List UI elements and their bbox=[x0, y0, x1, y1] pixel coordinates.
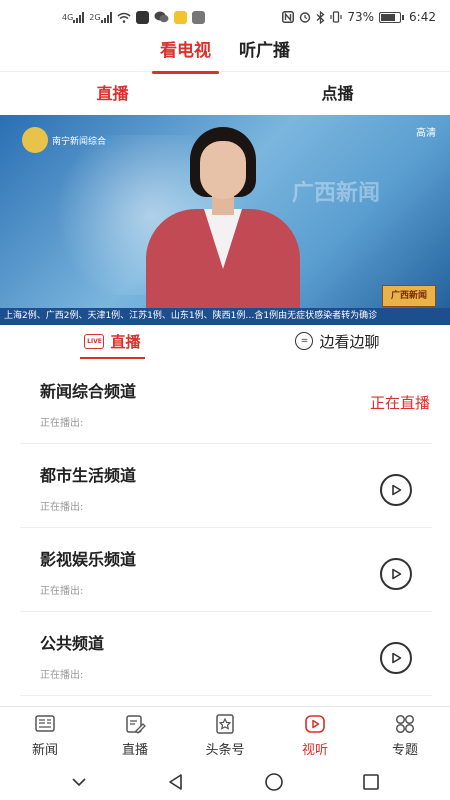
tab-live-mode-label: 直播 bbox=[110, 332, 141, 351]
recent-apps-icon[interactable] bbox=[360, 771, 382, 793]
play-icon[interactable] bbox=[380, 474, 412, 506]
live-icon: LIVE bbox=[84, 333, 105, 349]
channel-item-public[interactable]: 公共频道 正在播出: bbox=[20, 612, 432, 696]
mode-tabs: LIVE 直播 = 边看边聊 bbox=[0, 325, 450, 359]
channel-item-urban[interactable]: 都市生活频道 正在播出: bbox=[20, 444, 432, 528]
nfc-icon bbox=[282, 11, 295, 23]
channel-logo-text: 南宁新闻综合 bbox=[52, 136, 107, 147]
system-nav-bar bbox=[0, 764, 450, 800]
live-edit-icon bbox=[126, 715, 146, 734]
nav-topics[interactable]: 专题 bbox=[360, 707, 450, 764]
tab-watch-chat[interactable]: = 边看边聊 bbox=[225, 325, 450, 357]
channel-name: 都市生活频道 bbox=[40, 466, 137, 485]
wechat-icon bbox=[154, 11, 169, 23]
nav-live-label: 直播 bbox=[121, 743, 148, 758]
video-play-icon bbox=[305, 715, 325, 733]
grid-icon bbox=[395, 714, 415, 734]
channel-logo: 南宁新闻综合 bbox=[22, 127, 106, 153]
signal-1-icon: 4G bbox=[62, 11, 85, 23]
tab-watch-chat-label: 边看边聊 bbox=[319, 332, 380, 351]
back-icon[interactable] bbox=[165, 771, 187, 793]
tab-listen-radio[interactable]: 听广播 bbox=[239, 34, 290, 71]
play-icon[interactable] bbox=[380, 558, 412, 590]
chevron-down-icon[interactable] bbox=[68, 771, 90, 793]
channel-now-playing: 正在播出: bbox=[40, 418, 84, 429]
status-right: 73% 6:42 bbox=[282, 10, 436, 24]
tab-live[interactable]: 直播 bbox=[0, 73, 225, 115]
alarm-icon bbox=[299, 11, 311, 23]
network-1-label: 4G bbox=[62, 12, 74, 22]
app-notification-icon bbox=[135, 10, 149, 24]
wifi-icon bbox=[117, 12, 131, 23]
chat-icon: = bbox=[295, 332, 314, 350]
hd-badge: 高清 bbox=[416, 128, 436, 139]
nav-news[interactable]: 新闻 bbox=[0, 707, 90, 764]
nav-headline-label: 头条号 bbox=[205, 743, 245, 758]
channel-now-playing: 正在播出: bbox=[40, 670, 84, 681]
gray-app-icon bbox=[191, 10, 205, 24]
yellow-app-icon bbox=[173, 10, 187, 24]
channel-list: 新闻综合频道 正在播出: 正在直播 都市生活频道 正在播出: 影视娱乐频道 正在… bbox=[20, 360, 432, 696]
signal-2-icon: 2G bbox=[89, 11, 112, 23]
network-2-label: 2G bbox=[89, 12, 101, 22]
ticker-logo: 广西新闻 bbox=[382, 285, 436, 307]
channel-name: 影视娱乐频道 bbox=[40, 550, 137, 569]
bottom-nav: 新闻 直播 头条号 视听 专题 bbox=[0, 706, 450, 764]
nav-news-label: 新闻 bbox=[31, 743, 58, 758]
vibrate-icon bbox=[330, 11, 342, 23]
battery-percent: 73% bbox=[347, 10, 375, 24]
sub-tabs: 直播 点播 bbox=[0, 73, 450, 115]
channel-name: 新闻综合频道 bbox=[40, 382, 137, 401]
channel-now-playing: 正在播出: bbox=[40, 586, 84, 597]
nav-audio-video[interactable]: 视听 bbox=[270, 707, 360, 764]
channel-item-news[interactable]: 新闻综合频道 正在播出: 正在直播 bbox=[20, 360, 432, 444]
status-bar: 4G 2G 73% 6:42 bbox=[0, 0, 450, 34]
tab-on-demand[interactable]: 点播 bbox=[225, 73, 450, 115]
clock: 6:42 bbox=[409, 10, 436, 24]
tab-live-mode[interactable]: LIVE 直播 bbox=[0, 325, 225, 359]
tab-watch-tv[interactable]: 看电视 bbox=[152, 34, 219, 74]
channel-item-film[interactable]: 影视娱乐频道 正在播出: bbox=[20, 528, 432, 612]
bluetooth-icon bbox=[316, 10, 325, 24]
news-ticker: 上海2例、广西2例、天津1例、江苏1例、山东1例、陕西1例…含1例由无症状感染者… bbox=[0, 308, 450, 325]
news-anchor-image bbox=[138, 123, 308, 319]
channel-logo-mark-icon bbox=[22, 127, 48, 153]
status-left: 4G 2G bbox=[62, 10, 205, 24]
now-live-status: 正在直播 bbox=[369, 394, 430, 412]
nav-headline[interactable]: 头条号 bbox=[180, 707, 270, 764]
play-icon[interactable] bbox=[380, 642, 412, 674]
channel-name: 公共频道 bbox=[40, 634, 105, 653]
nav-live[interactable]: 直播 bbox=[90, 707, 180, 764]
home-icon[interactable] bbox=[263, 771, 285, 793]
battery-icon bbox=[379, 11, 405, 23]
star-badge-icon bbox=[216, 714, 234, 734]
video-player[interactable]: 广西新闻 南宁新闻综合 高清 广西新闻 上海2例、广西2例、天津1例、江苏1例、… bbox=[0, 115, 450, 325]
nav-topics-label: 专题 bbox=[391, 743, 418, 758]
news-icon bbox=[35, 715, 55, 732]
nav-audio-video-label: 视听 bbox=[301, 743, 328, 758]
top-tabs: 看电视 听广播 bbox=[0, 34, 450, 74]
channel-now-playing: 正在播出: bbox=[40, 502, 84, 513]
